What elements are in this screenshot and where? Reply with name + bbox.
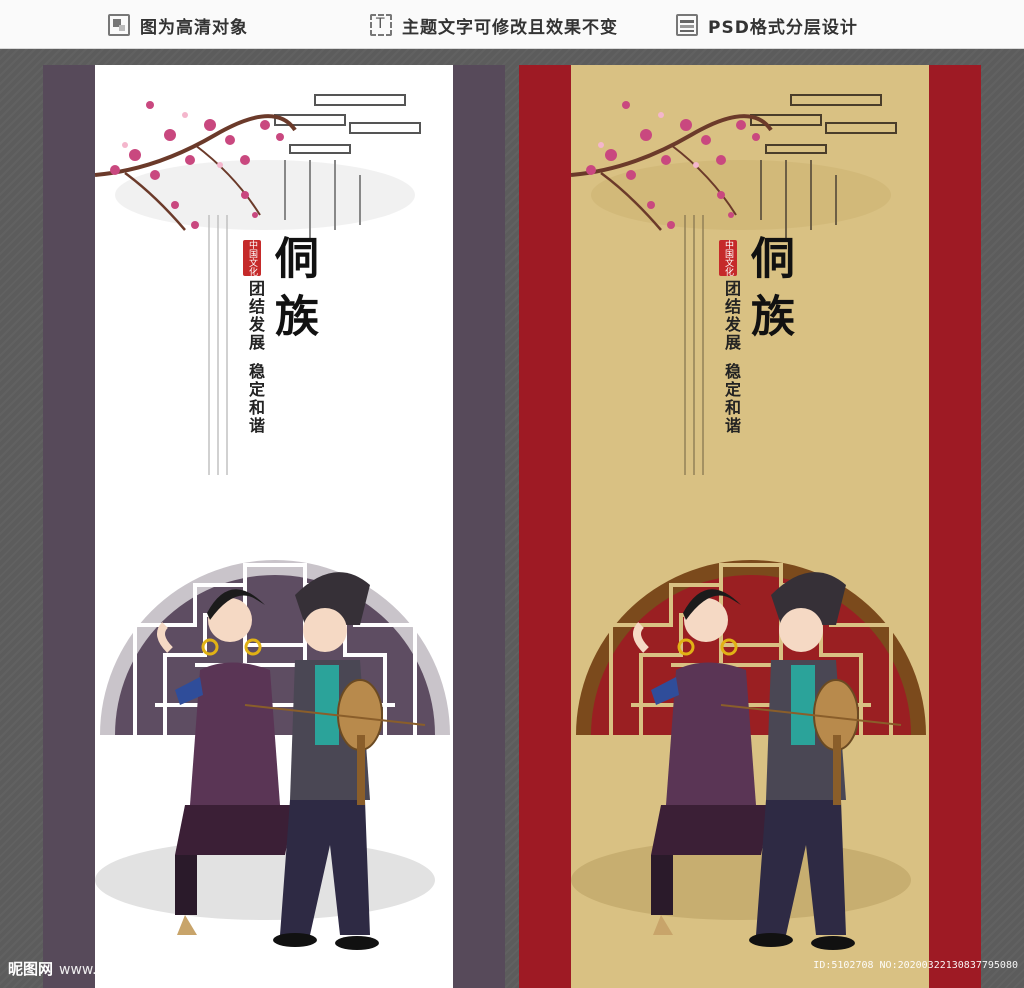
right-stripe — [929, 65, 981, 988]
poster-artwork — [95, 94, 450, 950]
feature-hd-object: 图为高清对象 — [108, 12, 248, 38]
slogan-unity: 团结发展 — [246, 280, 265, 352]
feature-hd-label: 图为高清对象 — [140, 17, 248, 38]
feature-psd-label: PSD格式分层设计 — [708, 17, 858, 38]
poster-red: 侗族 中国文化 团结发展 稳定和谐 — [519, 65, 981, 988]
watermark-brand: 昵图网 — [8, 960, 54, 978]
feature-text-label: 主题文字可修改且效果不变 — [402, 17, 618, 38]
seal-stamp: 中国文化 — [719, 240, 737, 276]
poster-title: 侗族 — [267, 235, 318, 351]
poster-purple: 侗族 中国文化 团结发展 稳定和谐 — [43, 65, 505, 988]
image-id-label: ID:5102708 NO:20200322130837795080 — [813, 960, 1018, 971]
right-stripe — [453, 65, 505, 988]
body-text-columns — [205, 215, 235, 475]
image-object-icon — [108, 14, 130, 36]
left-stripe — [519, 65, 571, 988]
slogan-unity: 团结发展 — [722, 280, 741, 352]
left-stripe — [43, 65, 95, 988]
slogan-harmony: 稳定和谐 — [246, 363, 265, 435]
feature-psd-layers: PSD格式分层设计 — [676, 12, 858, 38]
poster-title: 侗族 — [743, 235, 794, 351]
feature-editable-text: T 主题文字可修改且效果不变 — [370, 12, 618, 38]
text-edit-icon: T — [370, 14, 392, 36]
watermark-url: www.nipic.com — [59, 962, 165, 978]
poster-artwork — [571, 94, 926, 950]
seal-stamp: 中国文化 — [243, 240, 261, 276]
poster-body: 侗族 中国文化 团结发展 稳定和谐 — [571, 65, 929, 988]
layers-icon — [676, 14, 698, 36]
feature-bar: 图为高清对象 T 主题文字可修改且效果不变 PSD格式分层设计 — [0, 0, 1024, 49]
slogan-harmony: 稳定和谐 — [722, 363, 741, 435]
poster-body: 侗族 中国文化 团结发展 稳定和谐 — [95, 65, 453, 988]
body-text-columns — [681, 215, 711, 475]
site-watermark: 昵图网 www.nipic.com — [8, 958, 164, 979]
